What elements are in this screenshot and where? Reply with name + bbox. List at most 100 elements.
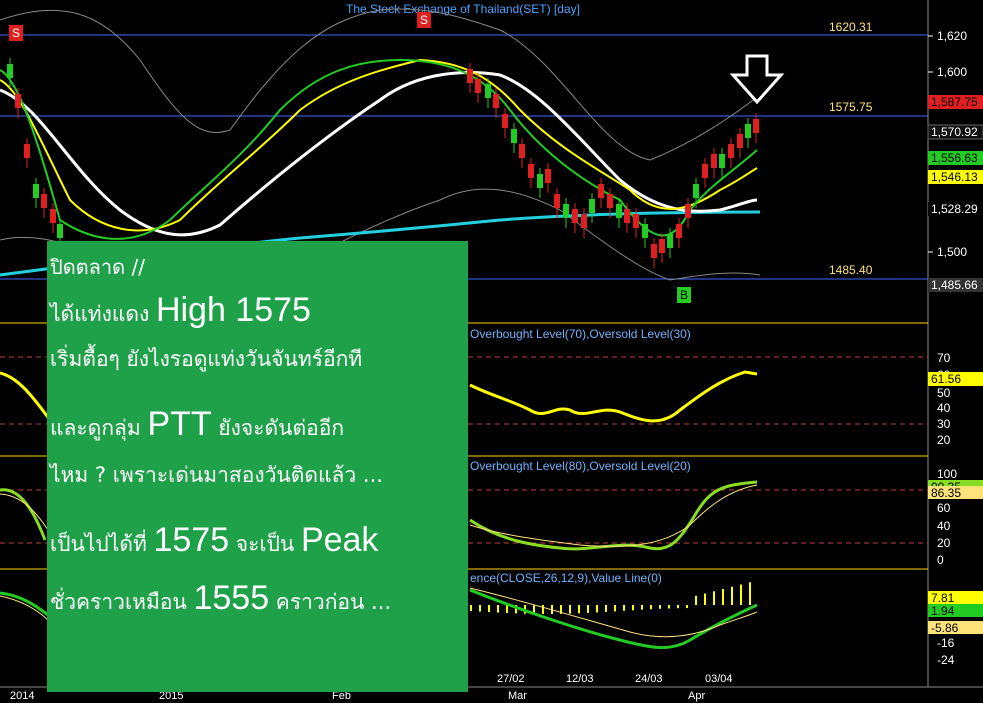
macd-histogram [470, 582, 751, 614]
candle-body [7, 64, 13, 78]
candle-body [493, 94, 499, 108]
candle-body [633, 214, 639, 228]
stoch-tick: 60 [937, 501, 951, 515]
macd-bar [587, 605, 589, 613]
macd-bar [695, 595, 697, 605]
candle-body [15, 94, 21, 108]
level-label-1620: 1620.31 [829, 20, 873, 34]
macd-bar [686, 605, 688, 609]
candle-body [563, 204, 569, 218]
candle-body [667, 234, 673, 248]
note-line-2-highlight: High 1575 [155, 291, 311, 329]
macd-bar [623, 605, 625, 611]
candle-body [24, 144, 30, 158]
macd-bar [488, 605, 490, 613]
rsi-tick: 70 [937, 351, 951, 365]
note-line-4: และดูกลุ่ม PTT ยังจะดันต่ออีก [50, 407, 468, 465]
candle-body [616, 204, 622, 218]
candle-body [572, 209, 578, 223]
note-line-7: ชั่วคราวเหมือน 1555 คราวก่อน ... [50, 581, 468, 639]
date-label: 27/02 [497, 673, 525, 685]
candle-body [753, 119, 759, 133]
macd-bar [614, 605, 616, 612]
date-label: 03/04 [705, 673, 733, 685]
macd-bar [605, 605, 607, 612]
stoch-badge-d-text: 86.35 [931, 486, 961, 500]
candle-body [598, 184, 604, 198]
note-line-6: เป็นไปได้ที่ 1575 จะเป็น Peak [50, 523, 468, 581]
candle-body [467, 69, 473, 83]
macd-bar [578, 605, 580, 614]
rsi-panel-title: Overbought Level(70),Oversold Level(30) [470, 327, 691, 341]
stoch-tick: 100 [937, 467, 957, 481]
macd-bar [470, 605, 472, 611]
note-line-2-text: ได้แท่งแดง [50, 302, 156, 326]
candle-body [485, 84, 491, 98]
badge-low-text: 1,485.66 [931, 278, 978, 292]
macd-bar [668, 605, 670, 609]
date-label: 24/03 [635, 673, 663, 685]
note-line-3: เริ่มตื้อๆ ยังไงรอดูแท่งวันจันทร์อีกที [50, 347, 363, 371]
stoch-panel-title: Overbought Level(80),Oversold Level(20) [470, 459, 691, 473]
macd-badge-hist-text: 7.81 [931, 591, 955, 605]
note-line-6-a: เป็นไปได้ที่ [50, 532, 154, 556]
macd-bar [596, 605, 598, 613]
candle-body [659, 239, 665, 253]
macd-tick: -24 [937, 653, 955, 667]
candle-body [745, 124, 751, 138]
candle-body [528, 164, 534, 178]
stoch-tick: 40 [937, 519, 951, 533]
date-label: 2014 [10, 690, 34, 702]
candle-body [711, 154, 717, 168]
candle-body [624, 209, 630, 223]
macd-badge-line-text: 1.94 [931, 604, 955, 618]
note-line-5: ไหม ? เพราะเด่นมาสองวันติดแล้ว ... [50, 463, 383, 487]
candle-body [50, 209, 56, 223]
candle-body [607, 194, 613, 208]
badge-ma-fast-text: 1,556.63 [931, 151, 978, 165]
note-line-6-b: จะเป็น [229, 532, 301, 556]
note-line-6-highlight-2: Peak [300, 521, 379, 559]
stoch-tick: 20 [937, 536, 951, 550]
rsi-tick: 30 [937, 417, 951, 431]
macd-bar [713, 591, 715, 605]
note-line-7-b: คราวก่อน ... [269, 590, 392, 614]
date-label: 12/03 [566, 673, 594, 685]
badge-ma-mid-text: 1,546.13 [931, 170, 978, 184]
candle-body [57, 224, 63, 238]
note-line-4-tail: ยังจะดันต่ออีก [211, 416, 345, 440]
candle-body [719, 154, 725, 168]
chart-title: The Stock Exchange of Thailand(SET) [day… [346, 2, 580, 16]
buy-marker-text: B [680, 288, 688, 302]
price-tick: 1,600 [937, 65, 967, 79]
candle-body [676, 224, 682, 238]
macd-bar [632, 605, 634, 611]
candle-body [537, 174, 543, 188]
macd-bar [479, 605, 481, 612]
candle-body [554, 194, 560, 208]
macd-bar [659, 605, 661, 609]
macd-bar [650, 605, 652, 610]
macd-bar [731, 586, 733, 605]
sell-marker-text: S [420, 13, 428, 27]
commentary-note: ปิดตลาด // ได้แท่งแดง High 1575 เริ่มตื้… [47, 241, 468, 692]
macd-bar [677, 605, 679, 609]
candle-body [502, 114, 508, 128]
level-label-1575: 1575.75 [829, 100, 873, 114]
candle-body [475, 79, 481, 93]
note-line-7-a: ชั่วคราวเหมือน [50, 590, 194, 614]
macd-panel-title: ence(CLOSE,26,12,9),Value Line(0) [470, 571, 662, 585]
candle-body [519, 144, 525, 158]
macd-tick: -16 [937, 636, 955, 650]
candle-body [642, 224, 648, 238]
candlesticks [7, 58, 759, 268]
macd-bar [497, 605, 499, 613]
candle-body [728, 144, 734, 158]
note-line-6-highlight-1: 1575 [153, 521, 230, 559]
sell-marker-text: S [12, 26, 20, 40]
candle-body [581, 214, 587, 228]
level-label-1485: 1485.40 [829, 263, 873, 277]
macd-bar [722, 589, 724, 605]
candle-body [737, 134, 743, 148]
candle-body [33, 184, 39, 198]
